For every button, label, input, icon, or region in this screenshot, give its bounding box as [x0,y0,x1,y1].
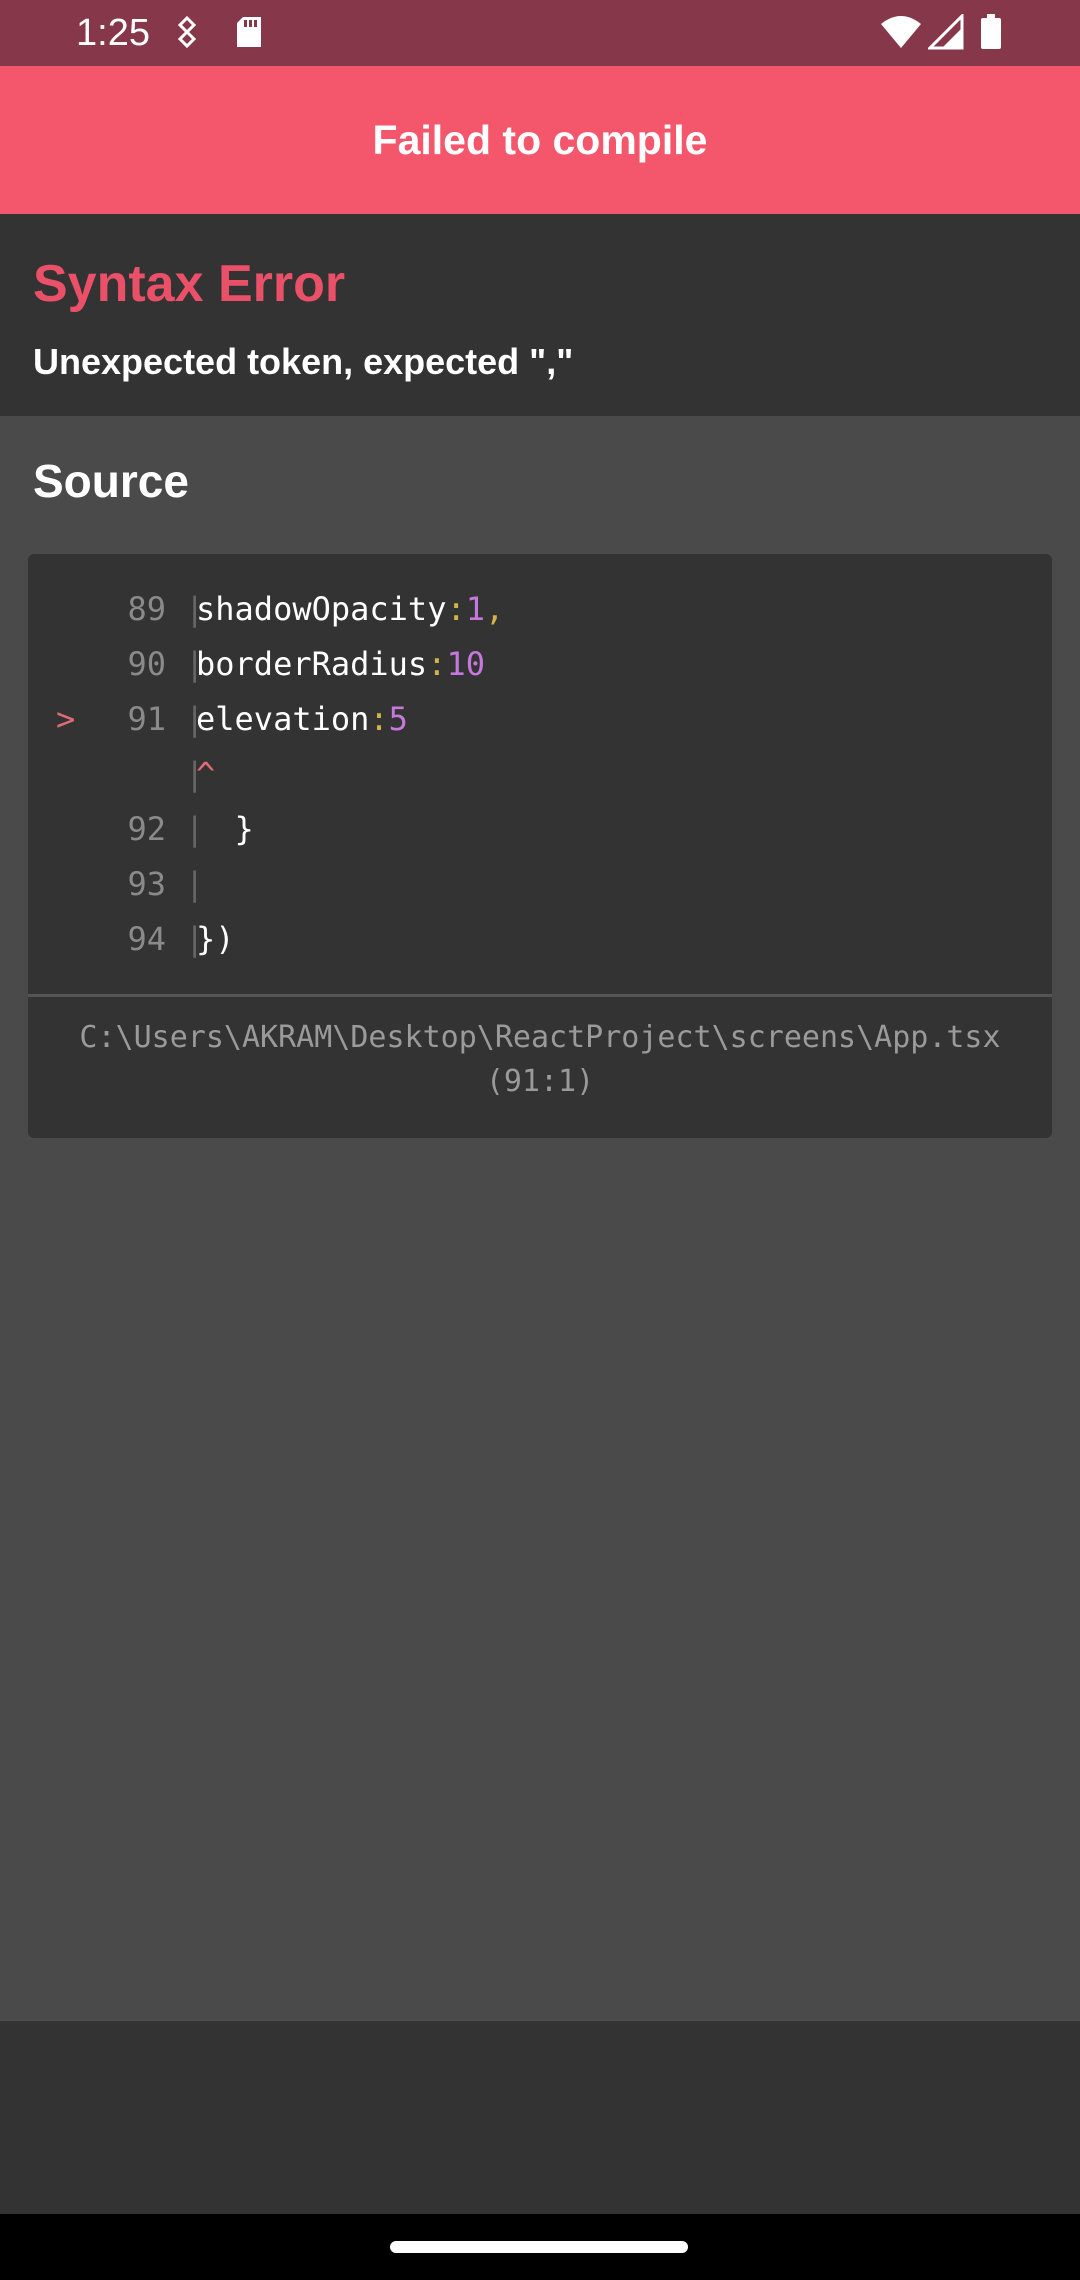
file-path[interactable]: C:\Users\AKRAM\Desktop\ReactProject\scre… [28,1016,1052,1104]
bottom-area [0,2021,1080,2214]
home-indicator[interactable] [390,2241,688,2253]
drone-icon [172,14,202,55]
error-title: Syntax Error [33,255,346,313]
wifi-icon [880,14,922,55]
code-text: } [196,810,254,848]
code-frame: 89 | shadowOpacity:1, 90 | borderRadius:10 >91… [28,554,1052,1138]
code-lines: 89 | shadowOpacity:1, 90 | borderRadius:10 >91… [28,582,1052,967]
code-text: }) [196,920,235,958]
file-path-text: C:\Users\AKRAM\Desktop\ReactProject\scre… [79,1020,1001,1055]
source-title: Source [33,455,189,507]
code-line: | ^ [28,747,1052,802]
line-number: 90 [127,645,166,683]
status-time: 1:25 [76,12,150,54]
line-number: 93 [127,865,166,903]
line-number: 91 [127,700,166,738]
code-line: 93 | [28,857,1052,912]
error-message: Unexpected token, expected "," [33,341,574,382]
battery-icon [980,14,1002,55]
line-number: 92 [127,810,166,848]
signal-icon [926,12,964,55]
code-text: borderRadius:10 [196,645,485,683]
line-number: 89 [127,590,166,628]
code-text: ^ [196,755,216,793]
error-panel: Syntax Error Unexpected token, expected … [0,214,1080,416]
code-divider [28,994,1052,997]
code-line: 89 | shadowOpacity:1, [28,582,1052,637]
compile-error-header: Failed to compile [0,66,1080,214]
navigation-bar [0,2214,1080,2280]
code-text: elevation:5 [196,700,408,738]
code-line: 94 |}) [28,912,1052,967]
code-line: 92 | } [28,802,1052,857]
code-line: >91 | elevation:5 [28,692,1052,747]
sd-card-icon [234,14,264,55]
status-bar: 1:25 [0,0,1080,66]
file-location: (91:1) [485,1064,595,1099]
gutter-pipe: | [185,865,205,903]
header-title: Failed to compile [372,116,708,163]
code-text: shadowOpacity:1, [196,590,505,628]
code-line: 90 | borderRadius:10 [28,637,1052,692]
line-number: 94 [127,920,166,958]
error-line-marker: > [56,700,76,738]
